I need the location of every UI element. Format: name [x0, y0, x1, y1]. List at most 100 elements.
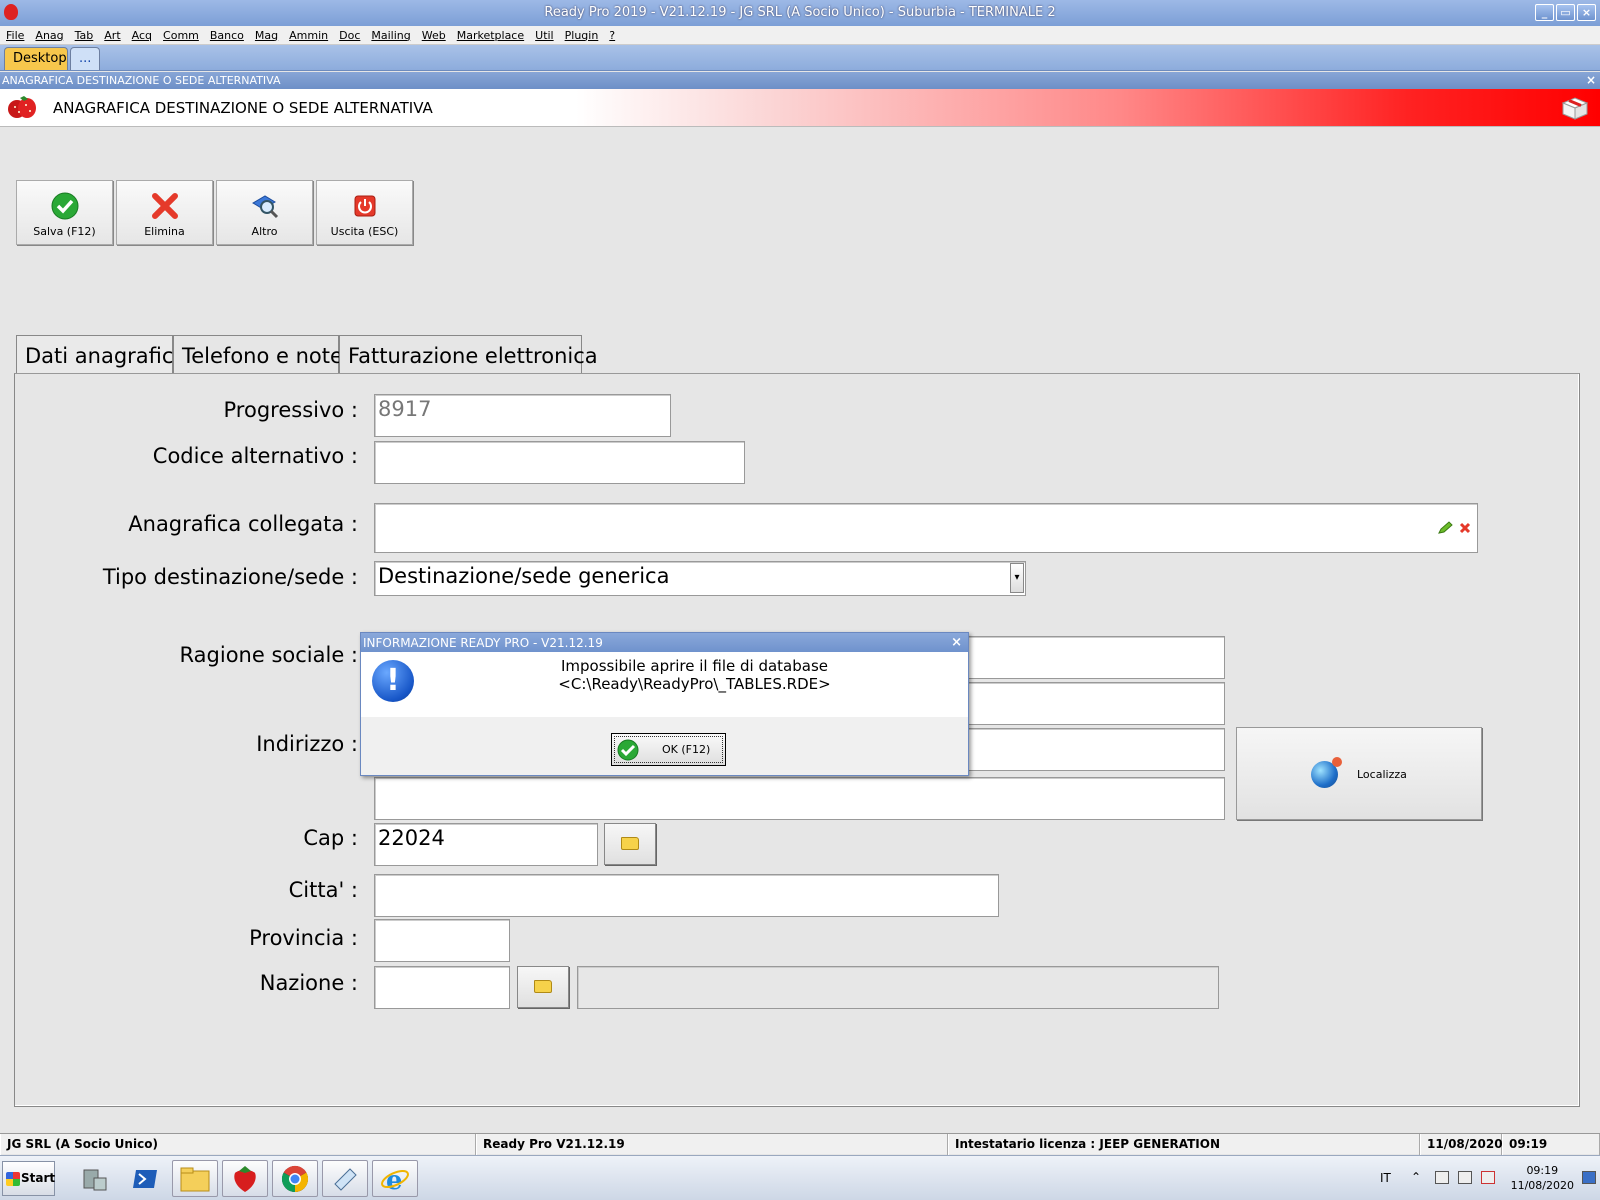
menu-util[interactable]: Util [535, 29, 553, 42]
check-icon [617, 739, 639, 761]
taskbar-server-manager[interactable] [72, 1160, 118, 1197]
delete-label: Elimina [144, 225, 185, 238]
codice-alternativo-field[interactable] [374, 441, 745, 484]
provincia-field[interactable] [374, 919, 510, 962]
title-bar[interactable]: Ready Pro 2019 - V21.12.19 - JG SRL (A S… [0, 0, 1600, 26]
window-title: Ready Pro 2019 - V21.12.19 - JG SRL (A S… [544, 5, 1056, 20]
menu-mag[interactable]: Mag [255, 29, 278, 42]
network-icon[interactable] [1458, 1171, 1472, 1184]
progressivo-field[interactable]: 8917 [374, 394, 671, 437]
form-caption-bar: ANAGRAFICA DESTINAZIONE O SEDE ALTERNATI… [0, 72, 1600, 89]
edit-pencil-icon[interactable] [1437, 521, 1453, 535]
menu-tab[interactable]: Tab [75, 29, 94, 42]
show-hidden-icons-icon[interactable]: ⌃ [1411, 1170, 1421, 1184]
menu-ammin[interactable]: Ammin [289, 29, 328, 42]
check-icon [51, 192, 78, 220]
tab-fatturazione-elettronica[interactable]: Fatturazione elettronica [339, 335, 598, 374]
cap-label: Cap : [303, 826, 358, 850]
flag-icon[interactable] [1435, 1171, 1449, 1184]
indirizzo-field-2[interactable] [374, 777, 1225, 820]
minimize-button[interactable]: _ [1535, 4, 1554, 21]
ragione-sociale-label: Ragione sociale : [179, 643, 358, 667]
clear-x-icon[interactable] [1459, 522, 1471, 534]
volume-muted-icon[interactable] [1481, 1171, 1495, 1184]
dialog-message: Impossibile aprire il file di database <… [421, 657, 968, 693]
taskbar-notepad[interactable] [322, 1160, 368, 1197]
status-time: 09:19 [1502, 1134, 1600, 1155]
menu-plugin[interactable]: Plugin [565, 29, 599, 42]
tab-dati-anagrafici[interactable]: Dati anagrafici [16, 335, 179, 374]
menu-mailing[interactable]: Mailing [371, 29, 410, 42]
other-label: Altro [251, 225, 278, 238]
cap-field[interactable]: 22024 [374, 823, 598, 866]
ok-button[interactable]: OK (F12) [611, 733, 726, 766]
tab-telefono-note[interactable]: Telefono e note [173, 335, 343, 374]
localizza-button[interactable]: Localizza [1236, 727, 1482, 820]
language-indicator[interactable]: IT [1380, 1171, 1391, 1185]
search-book-icon [251, 195, 278, 219]
menu-banco[interactable]: Banco [210, 29, 244, 42]
menu-help[interactable]: ? [609, 29, 615, 42]
menu-bar: File Anag Tab Art Acq Comm Banco Mag Amm… [0, 26, 1600, 45]
nazione-field[interactable] [374, 966, 510, 1009]
close-form-button[interactable]: × [1586, 72, 1596, 89]
taskbar-powershell[interactable] [122, 1160, 168, 1197]
menu-art[interactable]: Art [104, 29, 120, 42]
restore-button[interactable]: ▭ [1556, 4, 1575, 21]
taskbar-ready-pro[interactable] [222, 1160, 268, 1197]
status-license: Intestatario licenza : JEEP GENERATION [948, 1134, 1420, 1155]
form-caption: ANAGRAFICA DESTINAZIONE O SEDE ALTERNATI… [2, 74, 281, 87]
internet-explorer-icon: e [381, 1166, 409, 1194]
menu-comm[interactable]: Comm [163, 29, 199, 42]
taskbar-chrome[interactable] [272, 1160, 318, 1197]
taskbar-explorer[interactable] [172, 1160, 218, 1197]
show-desktop-icon[interactable] [1582, 1171, 1596, 1184]
strawberry-icon [8, 96, 36, 118]
start-label: Start [21, 1171, 56, 1185]
notepad-icon [334, 1167, 357, 1191]
taskbar-internet-explorer[interactable]: e [372, 1160, 418, 1197]
windows-logo-icon [6, 1172, 20, 1186]
menu-anag[interactable]: Anag [35, 29, 63, 42]
desktop-tab[interactable]: Desktop [4, 47, 68, 70]
menu-acq[interactable]: Acq [132, 29, 152, 42]
system-tray: IT ⌃ 09:19 11/08/2020 [1360, 1156, 1600, 1200]
menu-file[interactable]: File [6, 29, 24, 42]
strawberry-icon [234, 1165, 256, 1192]
folder-icon [621, 837, 639, 850]
chevron-down-icon[interactable]: ▾ [1010, 563, 1024, 593]
more-tabs-button[interactable]: ... [70, 47, 100, 70]
delete-button[interactable]: Elimina [116, 180, 213, 245]
powershell-icon [133, 1169, 157, 1188]
tray-clock-date: 11/08/2020 [1510, 1179, 1574, 1192]
tipo-destinazione-select[interactable]: Destinazione/sede generica ▾ [374, 561, 1026, 596]
cap-lookup-button[interactable] [604, 823, 656, 865]
folder-icon [534, 980, 552, 993]
menu-doc[interactable]: Doc [339, 29, 360, 42]
dialog-message-line1: Impossibile aprire il file di database [561, 657, 828, 675]
nazione-lookup-button[interactable] [517, 966, 569, 1008]
chrome-icon [281, 1165, 309, 1192]
info-dialog: INFORMAZIONE READY PRO - V21.12.19 × ! I… [360, 632, 969, 776]
status-version: Ready Pro V21.12.19 [476, 1134, 948, 1155]
dialog-close-button[interactable]: × [951, 635, 962, 650]
tipo-destinazione-label: Tipo destinazione/sede : [102, 565, 358, 589]
save-button[interactable]: Salva (F12) [16, 180, 113, 245]
indirizzo-label: Indirizzo : [256, 732, 358, 756]
status-date: 11/08/2020 [1420, 1134, 1503, 1155]
exit-button[interactable]: Uscita (ESC) [316, 180, 413, 245]
dialog-message-line2: <C:\Ready\ReadyPro\_TABLES.RDE> [558, 675, 831, 693]
citta-field[interactable] [374, 874, 999, 917]
menu-marketplace[interactable]: Marketplace [457, 29, 524, 42]
exclamation-info-icon: ! [372, 660, 414, 702]
save-label: Salva (F12) [33, 225, 96, 238]
anagrafica-collegata-field[interactable] [374, 503, 1478, 553]
close-window-button[interactable]: × [1577, 4, 1596, 21]
other-button[interactable]: Altro [216, 180, 313, 245]
start-button[interactable]: Start [2, 1161, 55, 1196]
page-title: ANAGRAFICA DESTINAZIONE O SEDE ALTERNATI… [53, 99, 433, 117]
tray-clock[interactable]: 09:19 11/08/2020 [1511, 1163, 1574, 1193]
dialog-title-bar[interactable]: INFORMAZIONE READY PRO - V21.12.19 × [361, 633, 968, 652]
menu-web[interactable]: Web [422, 29, 446, 42]
folder-icon [180, 1167, 210, 1191]
